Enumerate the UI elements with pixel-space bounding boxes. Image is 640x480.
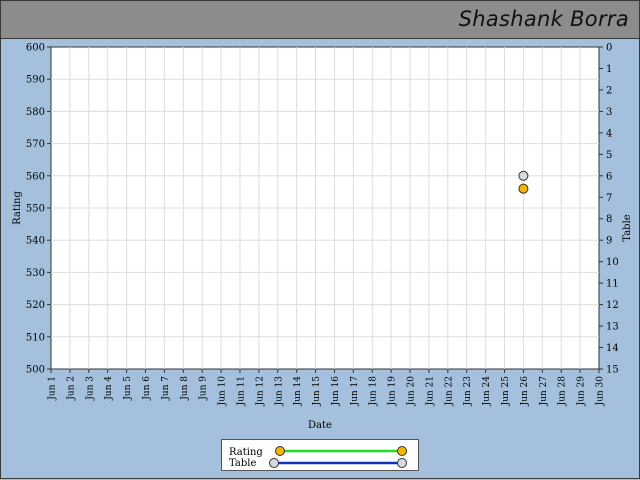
table-point [518, 170, 529, 181]
x-tick-label: Jun 30 [596, 376, 606, 407]
y2-tick-label: 15 [606, 365, 619, 376]
x-tick-label: Jun 23 [463, 376, 473, 407]
x-tick-label: Jun 21 [425, 376, 435, 407]
x-axis-label: Date [308, 420, 332, 431]
legend-label-table: Table [229, 458, 256, 469]
x-tick-label: Jun 19 [388, 376, 398, 407]
x-tick-label: Jun 6 [142, 376, 152, 401]
y2-tick-label: 7 [606, 193, 612, 204]
x-tick-label: Jun 12 [255, 376, 265, 407]
x-tick-label: Jun 14 [293, 376, 303, 407]
x-tick-label: Jun 22 [444, 376, 454, 407]
legend-label-rating: Rating [229, 447, 263, 458]
y-tick-label: 560 [26, 171, 45, 182]
x-tick-label: Jun 15 [312, 376, 322, 407]
x-tick-label: Jun 10 [218, 376, 228, 407]
y-tick-label: 500 [26, 365, 45, 376]
y-tick-label: 550 [26, 204, 45, 215]
y-axis-label: Rating [12, 191, 23, 225]
y-tick-label: 540 [26, 236, 45, 247]
x-tick-label: Jun 29 [577, 376, 587, 407]
y2-tick-label: 10 [606, 257, 619, 268]
x-tick-label: Jun 25 [501, 376, 511, 407]
y-tick-label: 510 [26, 332, 45, 343]
x-tick-label: Jun 4 [104, 376, 114, 401]
y2-tick-label: 11 [606, 279, 619, 290]
y-tick-label: 580 [26, 107, 45, 118]
legend-marker-rating-start [275, 446, 285, 456]
y2-tick-label: 4 [606, 128, 612, 139]
y2-tick-label: 12 [606, 300, 619, 311]
y2-tick-label: 13 [606, 322, 619, 333]
y2-tick-label: 0 [606, 43, 612, 54]
y2-axis-ticks: 0123456789101112131415 [599, 43, 619, 376]
y2-tick-label: 3 [606, 107, 612, 118]
y-tick-label: 530 [26, 268, 45, 279]
legend-marker-table-end [397, 458, 407, 468]
x-axis-ticks: Jun 1 Jun 2 Jun 3 Jun 4 Jun 5 Jun 6 Jun 7 Jun 8… [48, 369, 606, 407]
y2-axis-label: Table [622, 214, 633, 241]
x-tick-label: Jun 5 [123, 376, 133, 401]
y-tick-label: 590 [26, 75, 45, 86]
y2-tick-label: 6 [606, 171, 612, 182]
rating-chart: 500510520530540550560570580590600 012345… [12, 43, 633, 432]
y2-tick-label: 1 [606, 64, 612, 75]
x-tick-label: Jun 2 [66, 376, 76, 401]
y-tick-label: 570 [26, 139, 45, 150]
x-tick-label: Jun 3 [85, 376, 95, 401]
x-tick-label: Jun 9 [199, 376, 209, 401]
x-tick-label: Jun 24 [482, 376, 492, 407]
x-tick-label: Jun 7 [161, 376, 171, 401]
y2-tick-label: 9 [606, 236, 612, 247]
x-tick-label: Jun 8 [180, 376, 190, 401]
x-tick-label: Jun 11 [236, 376, 246, 407]
x-tick-label: Jun 17 [350, 376, 360, 407]
y-axis-ticks: 500 510 520 530 540 550 560 570 580 590 600 [26, 43, 51, 376]
legend-marker-rating-end [397, 446, 407, 456]
x-tick-label: Jun 1 [48, 376, 58, 401]
y-tick-label: 520 [26, 300, 45, 311]
x-tick-label: Jun 20 [407, 376, 417, 407]
x-tick-label: Jun 18 [369, 376, 379, 407]
x-tick-label: Jun 16 [331, 376, 341, 407]
x-tick-label: Jun 26 [520, 376, 530, 407]
y2-tick-label: 5 [606, 150, 612, 161]
x-tick-label: Jun 27 [539, 376, 549, 407]
legend-marker-table-start [269, 458, 279, 468]
x-tick-label: Jun 13 [274, 376, 284, 407]
y-tick-label: 600 [26, 43, 45, 54]
rating-point [518, 183, 529, 194]
y2-tick-label: 14 [606, 343, 619, 354]
y2-tick-label: 2 [606, 85, 612, 96]
legend: Rating Table [221, 439, 419, 471]
x-tick-label: Jun 28 [558, 376, 568, 407]
y2-tick-label: 8 [606, 214, 612, 225]
